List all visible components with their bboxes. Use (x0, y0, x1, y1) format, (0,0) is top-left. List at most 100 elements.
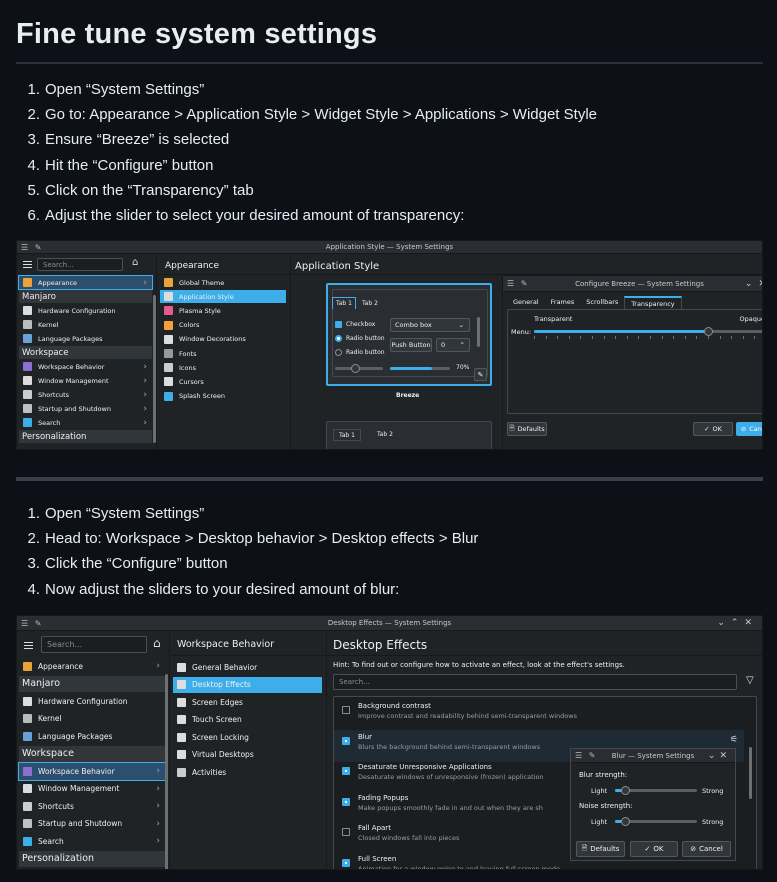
nav-item-label: Icons (179, 363, 196, 372)
sidebar-item-label: Shortcuts (38, 390, 70, 399)
configure-icon[interactable]: ✎ (474, 368, 487, 381)
effect-checkbox[interactable] (342, 736, 350, 745)
tab-scrollbars[interactable]: Scrollbars (580, 296, 624, 309)
preview-radio-1[interactable]: Radio button (335, 335, 385, 342)
blur-ok-button[interactable]: ✓ OK (630, 841, 678, 857)
sidebar-item-window-management[interactable]: Window Management › (19, 781, 165, 798)
home-icon[interactable]: ⌂ (153, 636, 161, 650)
nav-item-plasma-style[interactable]: Plasma Style (160, 304, 286, 317)
search-input[interactable]: Search... (37, 258, 123, 271)
sidebar-item-appearance[interactable]: Appearance › (19, 658, 165, 675)
chevron-right-icon: › (143, 361, 147, 372)
sidebar-scrollbar[interactable] (165, 674, 168, 869)
preview-radio-2[interactable]: Radio button (335, 349, 385, 356)
blur-cancel-button[interactable]: ⊘ Cancel (682, 841, 731, 857)
window-controls[interactable]: ⌄⌃✕ (717, 616, 758, 631)
effect-checkbox[interactable] (342, 858, 350, 867)
sidebar-item-startup-and-shutdown[interactable]: Startup and Shutdown › (19, 402, 152, 415)
hamburger-menu-icon[interactable] (24, 642, 33, 649)
home-icon[interactable]: ⌂ (132, 257, 138, 268)
window-menu-icon[interactable]: ☰ ✎ (21, 616, 43, 631)
category-personalization: Personalization (19, 850, 165, 867)
breeze-preview[interactable]: Tab 1 Tab 2 Checkbox Radio button Radio … (326, 283, 492, 386)
second-preview-tab-1[interactable]: Tab 1 (333, 429, 361, 441)
window-menu-icon[interactable]: ☰ ✎ (21, 241, 43, 254)
sidebar-item-kernel[interactable]: Kernel (19, 318, 152, 331)
chevron-right-icon: › (156, 783, 160, 794)
effects-search-input[interactable]: Search... (333, 674, 737, 690)
sidebar-item-search[interactable]: Search › (19, 833, 165, 850)
effect-description: Blurs the background behind semi-transpa… (358, 742, 541, 751)
nav-item-screen-edges[interactable]: Screen Edges (173, 694, 322, 711)
preview-spinbox[interactable]: 0 ⌃ (436, 338, 470, 352)
sidebar-item-label: Hardware Configuration (38, 696, 128, 706)
nav-item-label: Desktop Effects (192, 680, 251, 690)
nav-item-touch-screen[interactable]: Touch Screen (173, 712, 322, 729)
cancel-button[interactable]: ⊘Cancel (736, 422, 762, 436)
menu-transparency-slider[interactable] (534, 327, 762, 336)
nav-item-colors[interactable]: Colors (160, 319, 286, 332)
sidebar-item-hardware-configuration[interactable]: Hardware Configuration (19, 693, 165, 710)
nav-item-window-decorations[interactable]: Window Decorations (160, 333, 286, 346)
sidebar-item-appearance[interactable]: Appearance › (18, 275, 153, 290)
preview-slider[interactable] (335, 364, 383, 373)
nav-item-global-theme[interactable]: Global Theme (160, 276, 286, 289)
sidebar-item-hardware-configuration[interactable]: Hardware Configuration (19, 304, 152, 317)
nav-item-fonts[interactable]: Fonts (160, 347, 286, 360)
step-text: Ensure “Breeze” is selected (45, 131, 230, 149)
hamburger-menu-icon[interactable] (23, 261, 32, 268)
sidebar-item-window-management[interactable]: Window Management › (19, 374, 152, 387)
sidebar-item-shortcuts[interactable]: Shortcuts › (19, 798, 165, 815)
noise-strength-slider[interactable] (615, 817, 697, 826)
blur-dialog-menu-icon[interactable]: ☰ ✎ (575, 749, 597, 763)
nav-item-virtual-desktops[interactable]: Virtual Desktops (173, 747, 322, 764)
defaults-button[interactable]: 🗎 Defaults (507, 422, 547, 436)
effect-checkbox[interactable] (342, 797, 350, 806)
nav-item-icons[interactable]: Icons (160, 361, 286, 374)
sidebar-item-language-packages[interactable]: Language Packages (19, 332, 152, 345)
nav-item-activities[interactable]: Activities (173, 764, 322, 781)
effect-checkbox[interactable] (342, 706, 350, 714)
nav-item-splash-screen[interactable]: Splash Screen (160, 390, 286, 403)
nav-item-cursors[interactable]: Cursors (160, 375, 286, 388)
sidebar-item-workspace-behavior[interactable]: Workspace Behavior › (18, 762, 166, 781)
effect-checkbox[interactable] (342, 828, 350, 836)
nav-item-screen-locking[interactable]: Screen Locking (173, 729, 322, 746)
blur-strength-slider[interactable] (615, 786, 697, 795)
preview-tab-1[interactable]: Tab 1 (332, 297, 356, 309)
preview-checkbox[interactable]: Checkbox (335, 321, 375, 328)
search-input[interactable]: Search... (41, 636, 147, 653)
second-preview-tab-2[interactable]: Tab 2 (377, 431, 393, 438)
sidebar-item-label: Kernel (38, 714, 62, 724)
nav-item-application-style[interactable]: Application Style (160, 290, 286, 304)
sidebar-item-search[interactable]: Search › (19, 416, 152, 429)
preview-combo-box[interactable]: Combo box ⌄ (390, 318, 470, 332)
sidebar-scrollbar[interactable] (153, 295, 156, 443)
effect-checkbox[interactable] (342, 767, 350, 775)
global-theme-icon (164, 278, 173, 288)
preview-tab-2[interactable]: Tab 2 (362, 299, 378, 309)
second-style-preview[interactable]: Tab 1 Tab 2 Checkbox (326, 421, 492, 449)
screenshot-desktop-effects: ☰ ✎ Desktop Effects — System Settings ⌄⌃… (16, 615, 763, 870)
ok-button[interactable]: ✓ OK (693, 422, 733, 436)
sidebar-item-kernel[interactable]: Kernel (19, 711, 165, 728)
dialog-window-controls[interactable]: ⌄✕ (745, 276, 762, 292)
nav-item-general-behavior[interactable]: General Behavior (173, 659, 322, 676)
sidebar-item-language-packages[interactable]: Language Packages (19, 728, 165, 745)
dialog-menu-icon[interactable]: ☰ ✎ (507, 276, 529, 292)
blur-defaults-button[interactable]: 🗎 Defaults (576, 841, 625, 857)
sidebar-item-shortcuts[interactable]: Shortcuts › (19, 388, 152, 401)
sidebar-item-startup-and-shutdown[interactable]: Startup and Shutdown › (19, 816, 165, 833)
sidebar-item-workspace-behavior[interactable]: Workspace Behavior › (19, 360, 152, 373)
effect-background-contrast[interactable]: Background contrast Improve contrast and … (334, 699, 744, 731)
blur-dialog-controls[interactable]: ⌄✕ (708, 749, 731, 763)
tab-general[interactable]: General (507, 296, 545, 309)
tab-frames[interactable]: Frames (545, 296, 581, 309)
effects-scrollbar[interactable] (749, 747, 752, 799)
preview-push-button[interactable]: Push Button (390, 338, 432, 352)
tab-transparency[interactable]: Transparency (624, 296, 682, 309)
sidebar-item-label: Hardware Configuration (38, 306, 116, 315)
filter-icon[interactable]: ▽ (746, 675, 754, 686)
nav-item-desktop-effects[interactable]: Desktop Effects (173, 676, 322, 693)
blur-configure-icon[interactable]: ⚟ (730, 735, 738, 745)
